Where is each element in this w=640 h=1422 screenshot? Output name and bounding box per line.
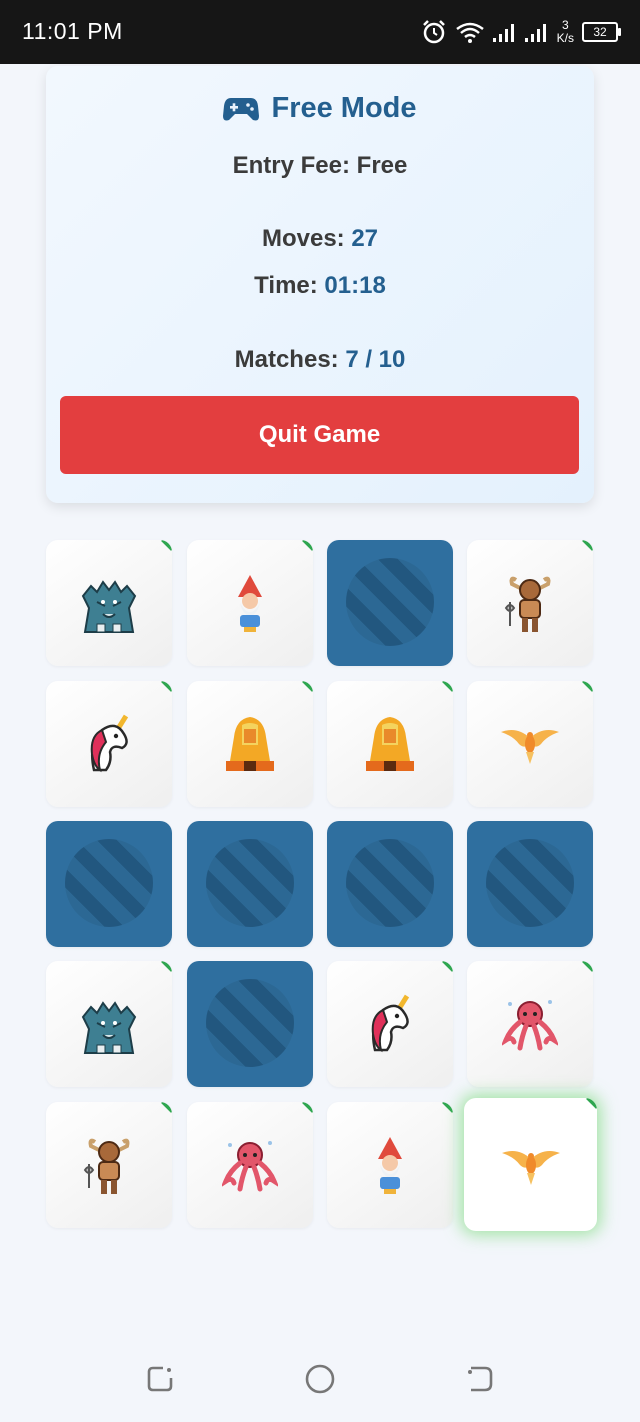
speed-unit: K/s <box>556 31 574 45</box>
mode-title: Free Mode <box>46 92 594 125</box>
moves: Moves: 27 <box>46 225 594 253</box>
card-phoenix[interactable] <box>467 681 593 807</box>
card-sphinx[interactable] <box>327 681 453 807</box>
status-icons: 3 K/s 32 <box>421 14 621 50</box>
mode-title-text: Free Mode <box>271 92 417 124</box>
card-phoenix[interactable] <box>464 1098 597 1231</box>
network-speed: 3 K/s <box>557 19 574 45</box>
card-minotaur[interactable] <box>46 1102 172 1228</box>
navigation-bar <box>0 1340 640 1422</box>
status-bar: 11:01 PM 3 K/s 32 <box>0 0 640 64</box>
card-gnome[interactable] <box>187 540 313 666</box>
time-value: 01:18 <box>324 272 386 299</box>
game-info-card: Free Mode Entry Fee: Free Moves: 27 Time… <box>46 66 594 503</box>
card-hidden[interactable] <box>187 961 313 1087</box>
card-back-pattern <box>206 979 294 1067</box>
card-back-pattern <box>346 558 434 646</box>
time-label: Time: <box>254 272 318 299</box>
quit-game-button[interactable]: Quit Game <box>60 396 579 474</box>
entry-fee: Entry Fee: Free <box>46 152 594 180</box>
back-icon[interactable] <box>465 1364 495 1394</box>
signal-icon-1 <box>492 24 514 42</box>
card-hidden[interactable] <box>46 821 172 947</box>
entry-fee-value: Free <box>356 152 408 179</box>
entry-fee-label: Entry Fee: <box>232 152 350 179</box>
gamepad-icon <box>223 97 260 120</box>
card-kraken[interactable] <box>467 961 593 1087</box>
card-hidden[interactable] <box>327 540 453 666</box>
home-icon[interactable] <box>305 1364 335 1394</box>
card-kraken[interactable] <box>187 1102 313 1228</box>
moves-value: 27 <box>351 225 379 252</box>
wifi-icon <box>455 22 484 43</box>
card-werewolf[interactable] <box>46 540 172 666</box>
card-hidden[interactable] <box>327 821 453 947</box>
recents-icon[interactable] <box>145 1364 175 1394</box>
card-unicorn[interactable] <box>46 681 172 807</box>
card-hidden[interactable] <box>467 821 593 947</box>
card-back-pattern <box>486 839 574 927</box>
card-minotaur[interactable] <box>467 540 593 666</box>
card-back-pattern <box>346 839 434 927</box>
moves-label: Moves: <box>261 225 345 252</box>
alarm-icon <box>422 20 445 44</box>
card-werewolf[interactable] <box>46 961 172 1087</box>
status-time: 11:01 PM <box>22 18 123 44</box>
card-sphinx[interactable] <box>187 681 313 807</box>
card-hidden[interactable] <box>187 821 313 947</box>
signal-icon-2 <box>524 24 546 42</box>
matches-value: 7 / 10 <box>345 346 406 373</box>
card-back-pattern <box>65 839 153 927</box>
card-unicorn[interactable] <box>327 961 453 1087</box>
card-gnome[interactable] <box>327 1102 453 1228</box>
card-back-pattern <box>206 839 294 927</box>
matches: Matches: 7 / 10 <box>46 346 594 374</box>
battery-icon: 32 <box>582 22 621 42</box>
timer: Time: 01:18 <box>46 272 594 300</box>
matches-label: Matches: <box>234 346 339 373</box>
